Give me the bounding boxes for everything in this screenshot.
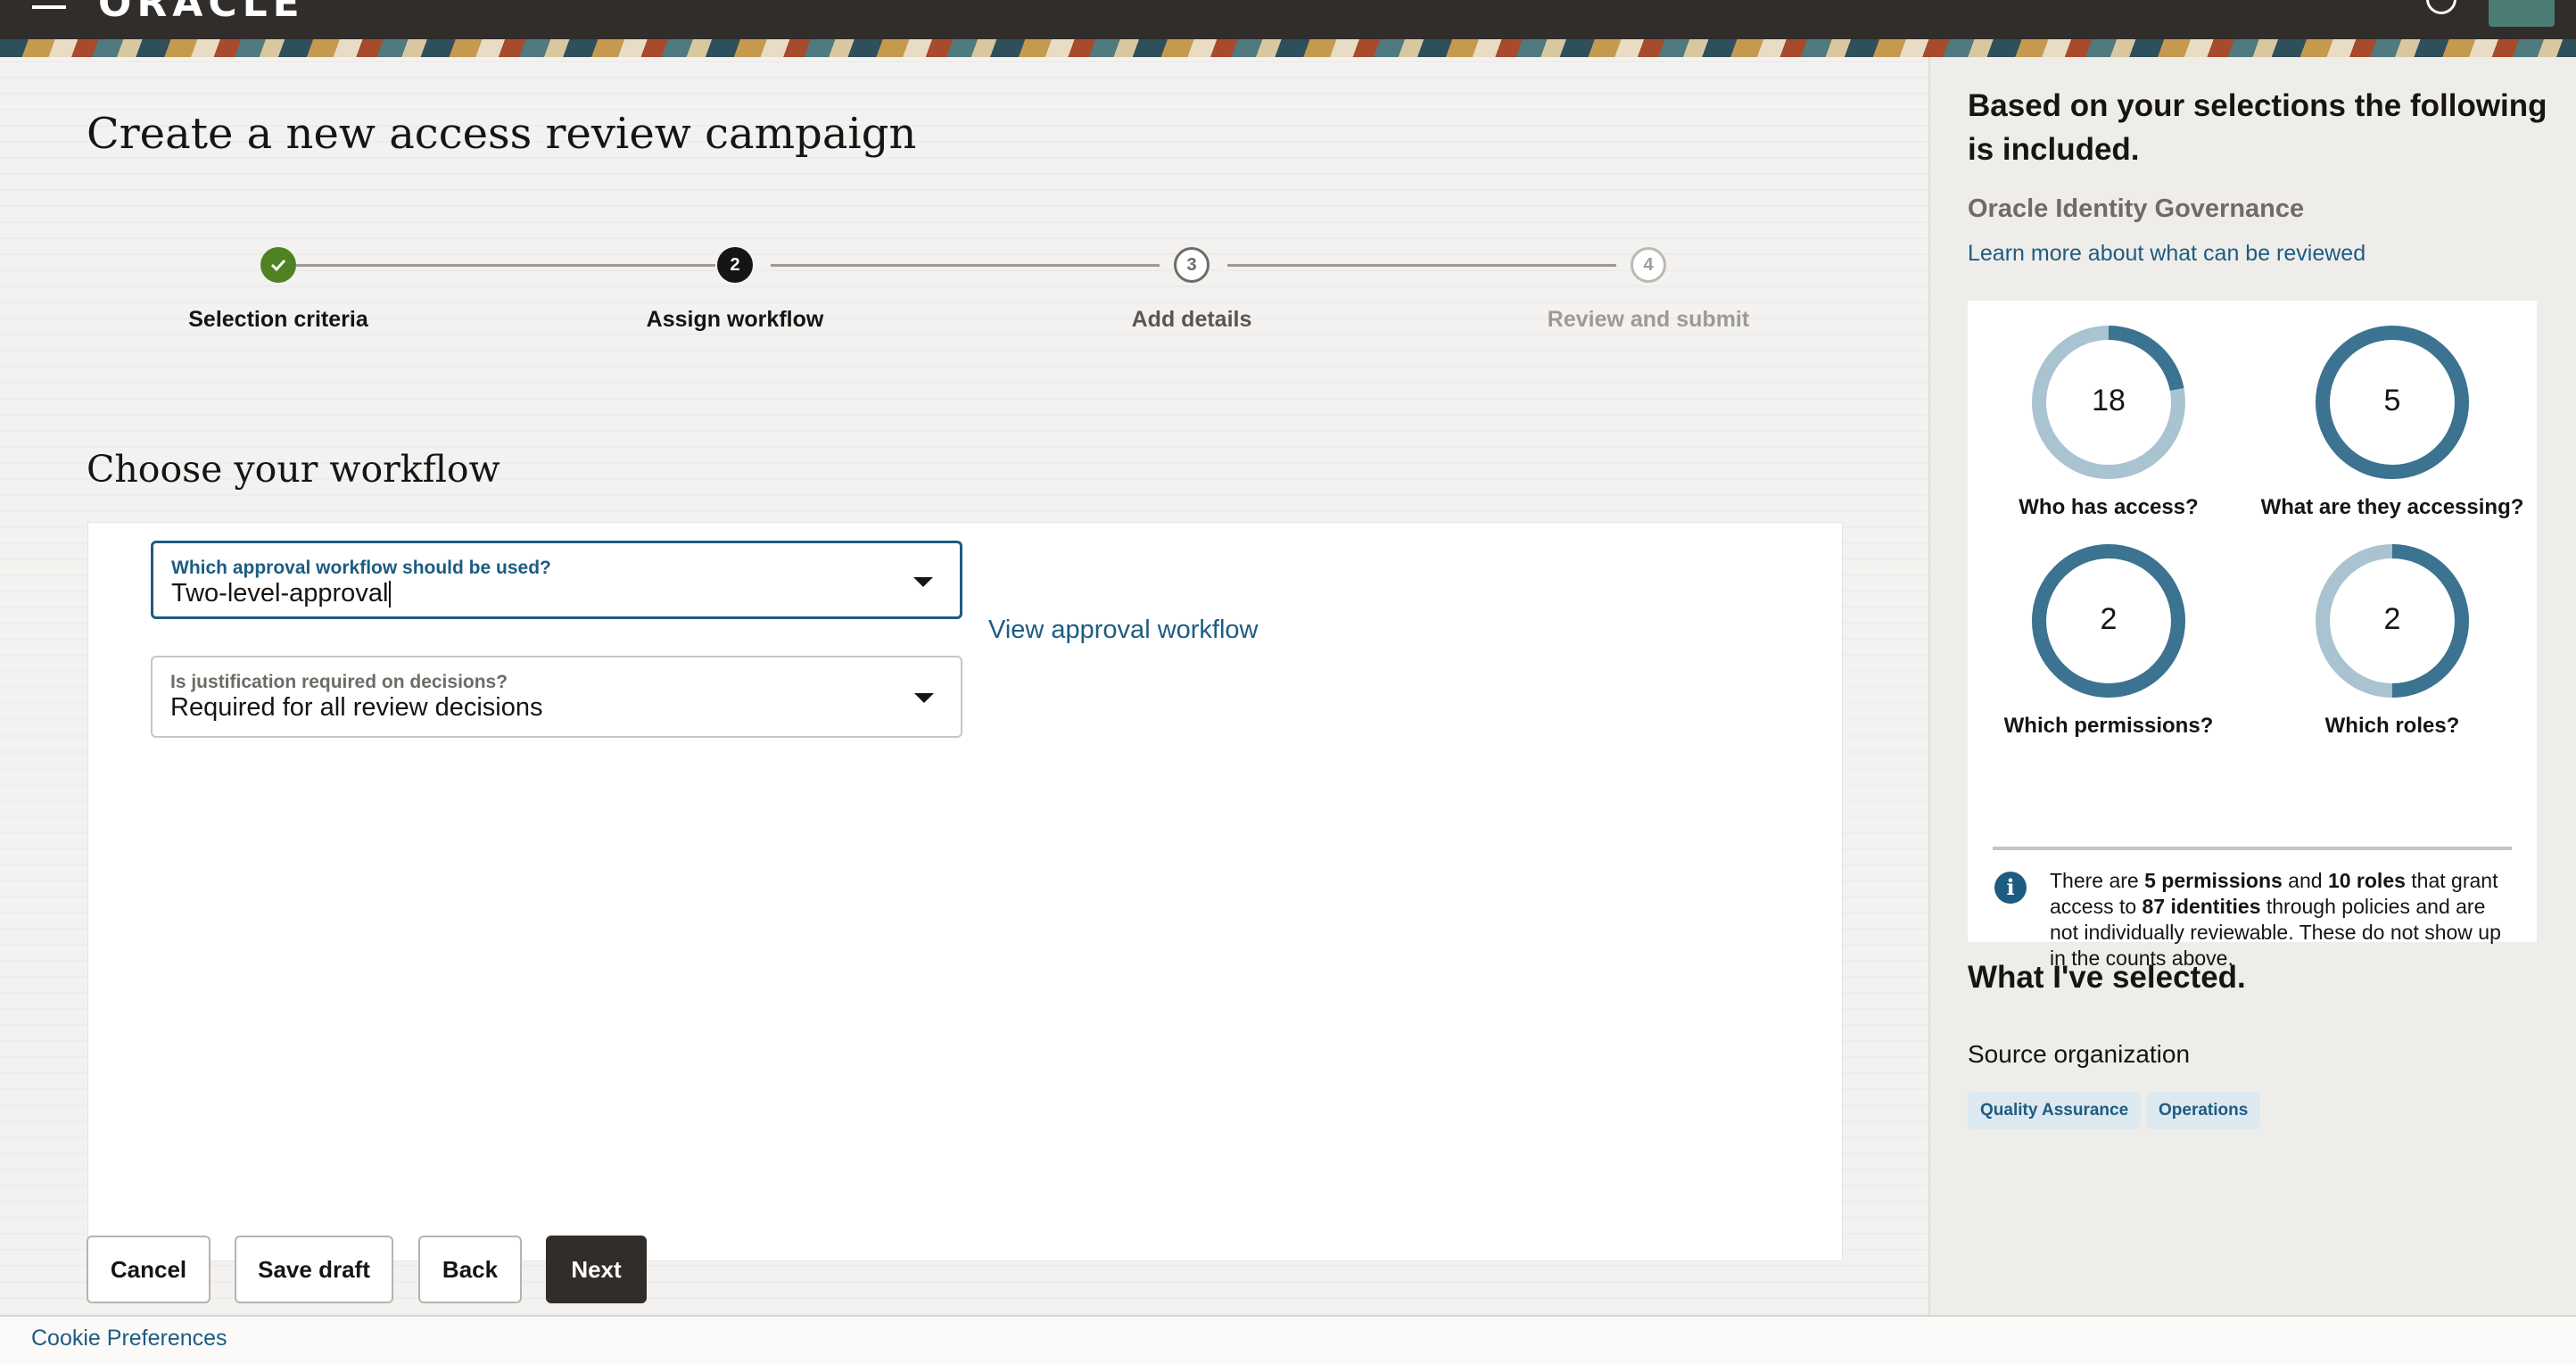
- train-connector: [1227, 264, 1616, 267]
- approval-workflow-value[interactable]: Two-level-approval: [171, 579, 388, 608]
- summary-panel: Based on your selections the following i…: [1928, 57, 2576, 1315]
- footer: Cookie Preferences: [0, 1315, 2576, 1364]
- permissions-count-text: 5 permissions: [2144, 869, 2283, 892]
- train-connector: [771, 264, 1160, 267]
- oracle-logo: ORACLE: [98, 0, 305, 26]
- save-draft-button[interactable]: Save draft: [235, 1236, 393, 1303]
- roles-count[interactable]: 2: [2339, 602, 2446, 637]
- justification-select[interactable]: Is justification required on decisions? …: [151, 656, 962, 738]
- selected-title: What I've selected.: [1968, 960, 2246, 995]
- identities-count-text: 87 identities: [2142, 895, 2261, 918]
- source-organization-label: Source organization: [1968, 1040, 2191, 1068]
- what-accessing-label: What are they accessing?: [2260, 495, 2524, 519]
- step-4-label: Review and submit: [1547, 307, 1750, 332]
- approval-workflow-select[interactable]: Which approval workflow should be used? …: [151, 541, 962, 619]
- back-button[interactable]: Back: [418, 1236, 522, 1303]
- justification-value[interactable]: Required for all review decisions: [170, 693, 542, 723]
- approval-workflow-label: Which approval workflow should be used?: [171, 558, 551, 578]
- step-2-current-icon[interactable]: 2: [717, 247, 753, 283]
- chip-operations: Operations: [2146, 1092, 2261, 1129]
- step-1-label[interactable]: Selection criteria: [118, 307, 439, 333]
- permissions-count[interactable]: 2: [2055, 602, 2162, 637]
- roles-label: Which roles?: [2324, 714, 2460, 738]
- top-navigation-bar: ORACLE: [0, 0, 2576, 39]
- roles-count-text: 10 roles: [2327, 869, 2406, 892]
- metrics-card: 18 Who has access? 5 What are they acces…: [1968, 301, 2537, 970]
- workflow-form-panel: [87, 522, 1843, 1261]
- step-2-label[interactable]: Assign workflow: [574, 307, 896, 333]
- train-connector: [296, 264, 715, 267]
- card-divider: [1993, 847, 2512, 850]
- text-cursor: [389, 581, 392, 608]
- chevron-down-icon[interactable]: [913, 577, 933, 587]
- step-3-label[interactable]: Add details: [1031, 307, 1352, 333]
- cancel-button[interactable]: Cancel: [87, 1236, 211, 1303]
- who-has-access-label: Who has access?: [2019, 495, 2199, 519]
- permissions-label: Which permissions?: [2003, 714, 2214, 738]
- hamburger-menu-icon[interactable]: [32, 0, 66, 9]
- help-icon[interactable]: [2426, 0, 2456, 14]
- chevron-down-icon[interactable]: [914, 693, 934, 703]
- who-has-access-count[interactable]: 18: [2055, 384, 2162, 418]
- chip-quality-assurance: Quality Assurance: [1968, 1092, 2142, 1129]
- justification-label: Is justification required on decisions?: [170, 672, 508, 692]
- view-approval-workflow-link[interactable]: View approval workflow: [988, 616, 1259, 645]
- cookie-preferences-link[interactable]: Cookie Preferences: [31, 1326, 227, 1352]
- main-content: Create a new access review campaign Sele…: [0, 57, 1928, 1315]
- what-accessing-count[interactable]: 5: [2339, 384, 2446, 418]
- step-3-icon[interactable]: 3: [1174, 247, 1210, 283]
- next-button[interactable]: Next: [546, 1236, 647, 1303]
- step-1-complete-icon[interactable]: [260, 247, 296, 283]
- learn-more-link[interactable]: Learn more about what can be reviewed: [1968, 241, 2365, 267]
- policy-info-text: There are 5 permissions and 10 roles tha…: [2050, 869, 2501, 970]
- product-name: Oracle Identity Governance: [1968, 194, 2305, 223]
- decorative-pattern-band: [0, 39, 2576, 57]
- section-title: Choose your workflow: [87, 448, 500, 491]
- summary-title: Based on your selections the following i…: [1968, 88, 2547, 167]
- user-avatar[interactable]: [2489, 0, 2555, 27]
- page-title: Create a new access review campaign: [87, 109, 917, 159]
- step-4-icon: 4: [1631, 247, 1666, 283]
- info-icon: i: [1994, 872, 2027, 904]
